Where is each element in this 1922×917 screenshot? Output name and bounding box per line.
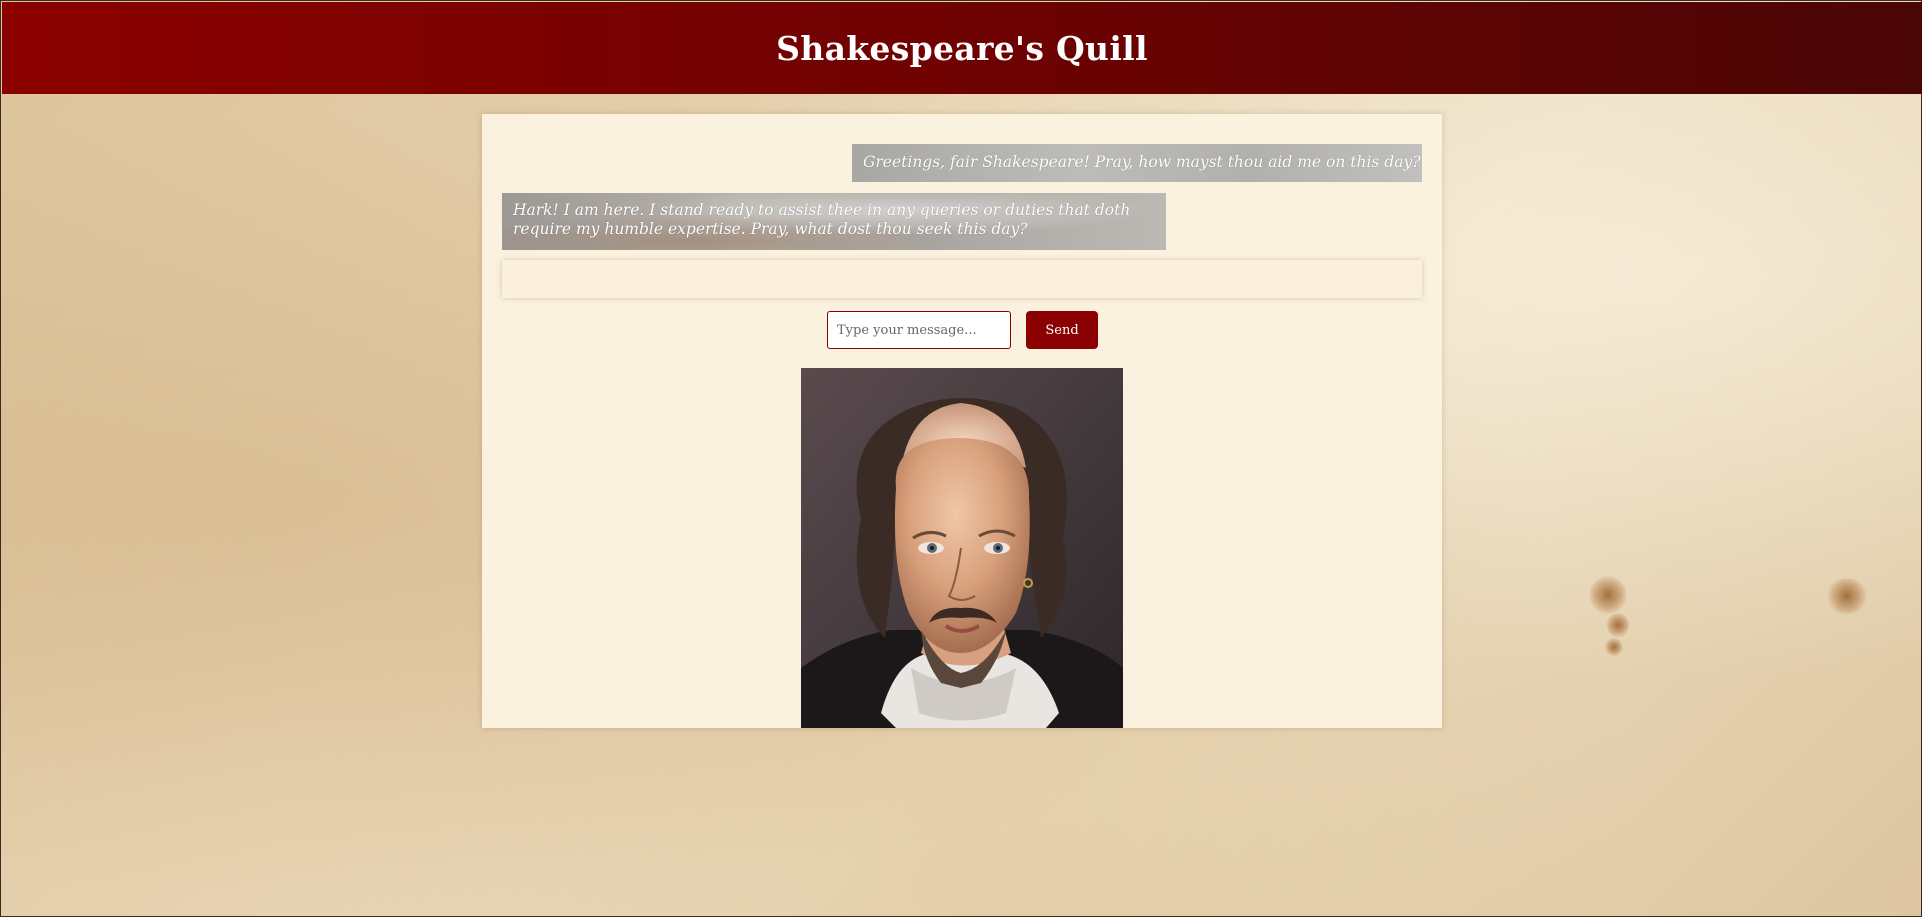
assistant-message: Hark! I am here. I stand ready to assist… (502, 193, 1166, 250)
paper-stain (1827, 578, 1867, 614)
shakespeare-portrait (801, 368, 1123, 728)
app-title: Shakespeare's Quill (776, 28, 1148, 68)
paper-stain (1589, 576, 1627, 614)
send-button[interactable]: Send (1026, 311, 1098, 349)
user-message: Greetings, fair Shakespeare! Pray, how m… (852, 144, 1422, 182)
chat-output-area (502, 260, 1422, 298)
app-header: Shakespeare's Quill (2, 2, 1922, 94)
paper-stain (1607, 612, 1629, 638)
chat-panel: Greetings, fair Shakespeare! Pray, how m… (482, 114, 1442, 728)
message-input[interactable] (827, 311, 1011, 349)
paper-stain (1605, 638, 1623, 656)
